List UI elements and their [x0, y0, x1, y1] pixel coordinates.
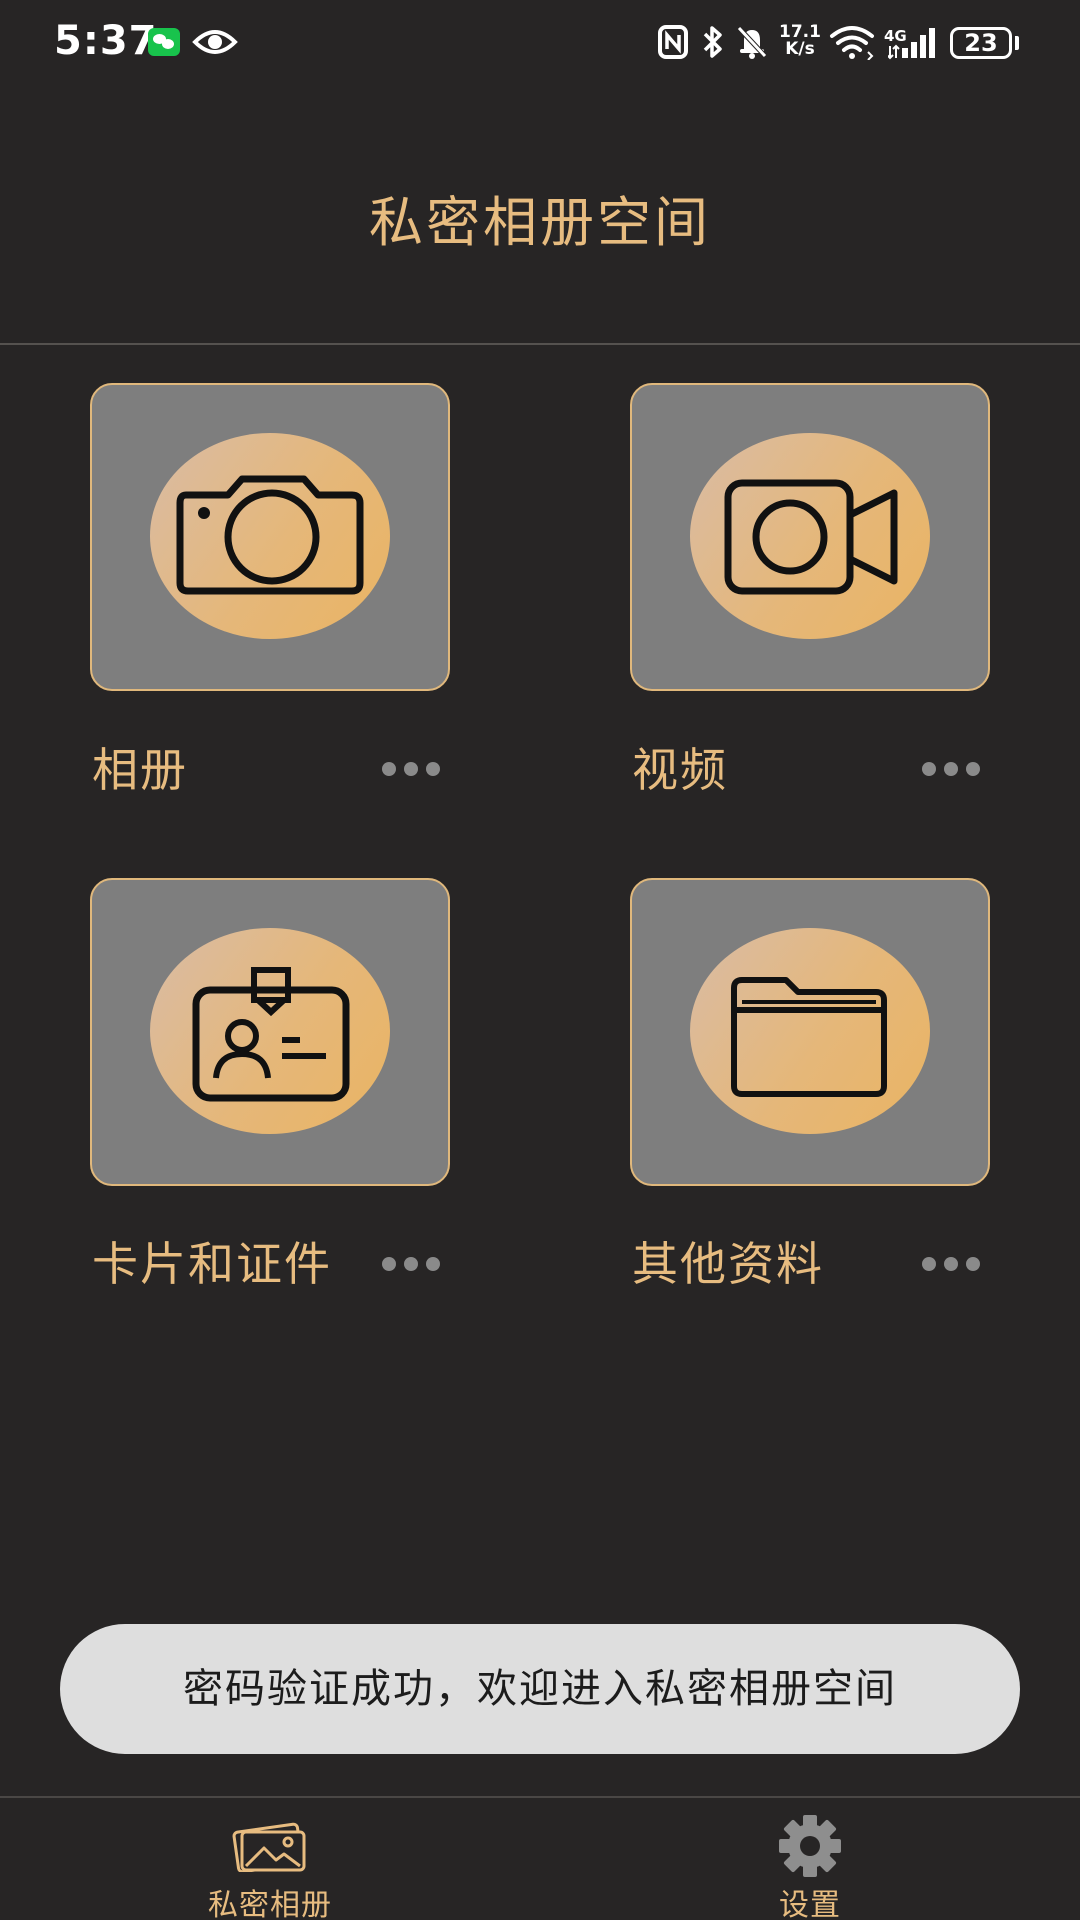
signal-icon — [888, 28, 935, 60]
video-icon-circle — [690, 433, 930, 639]
album-label: 相册 — [92, 743, 188, 797]
status-bar: 5:37 17.1 K/s 4G 23 — [0, 0, 1080, 88]
cards-icon-circle — [150, 928, 390, 1134]
bluetooth-icon — [703, 26, 722, 58]
wifi-icon — [830, 26, 874, 60]
dot — [944, 762, 958, 776]
dot — [944, 1257, 958, 1271]
page-title: 私密相册空间 — [369, 191, 711, 254]
cards-label: 卡片和证件 — [92, 1237, 332, 1291]
album-icon-circle — [150, 433, 390, 639]
battery-icon: 23 — [950, 27, 1012, 59]
battery-level: 23 — [964, 29, 998, 57]
status-time: 5:37 — [54, 18, 158, 64]
other-label: 其他资料 — [632, 1237, 824, 1291]
nav-label-settings: 设置 — [779, 1888, 841, 1920]
video-camera-icon — [724, 479, 898, 595]
other-tile[interactable] — [630, 878, 990, 1186]
nav-label-private-album: 私密相册 — [208, 1888, 332, 1920]
dot — [426, 1257, 440, 1271]
net-speed-unit: K/s — [785, 39, 815, 59]
dot — [382, 762, 396, 776]
video-tile[interactable] — [630, 383, 990, 691]
bell-off-icon — [737, 26, 767, 59]
wechat-icon — [148, 28, 180, 56]
app-screen: 5:37 17.1 K/s 4G 23 私密相册空间 相册 视频 卡片和证件 其… — [0, 0, 1080, 1920]
dot — [382, 1257, 396, 1271]
nfc-icon — [658, 25, 688, 59]
header-divider — [0, 343, 1080, 345]
dot — [966, 1257, 980, 1271]
other-icon-circle — [690, 928, 930, 1134]
eye-icon — [192, 30, 238, 54]
bottom-nav-divider — [0, 1796, 1080, 1798]
other-more-button[interactable] — [922, 1257, 986, 1273]
album-tile[interactable] — [90, 383, 450, 691]
toast-message: 密码验证成功，欢迎进入私密相册空间 — [60, 1624, 1020, 1754]
photo-album-icon — [232, 1822, 306, 1872]
gear-icon — [779, 1815, 841, 1877]
dot — [922, 762, 936, 776]
battery-cap — [1015, 36, 1019, 50]
dot — [922, 1257, 936, 1271]
dot — [404, 1257, 418, 1271]
folder-icon — [731, 977, 887, 1097]
album-more-button[interactable] — [382, 762, 446, 778]
net-speed: 17.1 K/s — [778, 24, 822, 58]
camera-icon — [176, 475, 364, 595]
nav-item-private-album[interactable]: 私密相册 — [120, 1806, 420, 1920]
video-label: 视频 — [632, 743, 728, 797]
cards-tile[interactable] — [90, 878, 450, 1186]
cards-more-button[interactable] — [382, 1257, 446, 1273]
dot — [966, 762, 980, 776]
dot — [404, 762, 418, 776]
nav-item-settings[interactable]: 设置 — [660, 1806, 960, 1920]
id-card-icon — [192, 967, 350, 1102]
video-more-button[interactable] — [922, 762, 986, 778]
dot — [426, 762, 440, 776]
